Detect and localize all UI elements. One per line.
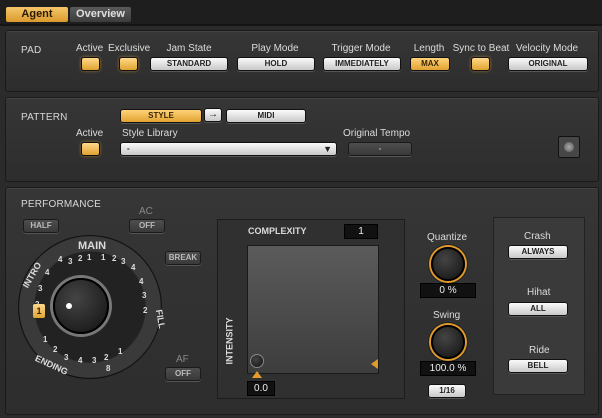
- intensity-value[interactable]: 0.0: [247, 381, 275, 396]
- pad-panel: PAD Active Exclusive Jam State STANDARD …: [5, 30, 599, 92]
- ending-number[interactable]: 2: [53, 345, 57, 354]
- af-label: AF: [176, 354, 189, 365]
- af-button[interactable]: OFF: [165, 367, 201, 381]
- play-mode-button[interactable]: HOLD: [237, 57, 315, 71]
- main-number[interactable]: 2: [78, 254, 82, 263]
- mode-selector-knob[interactable]: [53, 278, 109, 334]
- original-tempo-label: Original Tempo: [343, 128, 411, 139]
- trigger-mode-button[interactable]: IMMEDIATELY: [323, 57, 401, 71]
- quantize-label: Quantize: [427, 232, 468, 243]
- ac-label: AC: [139, 206, 153, 217]
- main-number[interactable]: 1: [87, 253, 91, 262]
- velocity-mode-label: Velocity Mode: [515, 43, 579, 54]
- original-tempo-field: -: [348, 142, 412, 156]
- ending-number[interactable]: 1: [118, 347, 122, 356]
- style-button[interactable]: STYLE: [120, 109, 202, 123]
- half-button[interactable]: HALF: [23, 219, 59, 233]
- performance-panel: PERFORMANCE HALF AC OFF BREAK AF OFF MAI…: [5, 187, 599, 415]
- length-button[interactable]: MAX: [410, 57, 450, 71]
- quantize-knob[interactable]: [431, 247, 465, 281]
- pad-section-title: PAD: [21, 45, 42, 56]
- swing-knob[interactable]: [431, 325, 465, 359]
- main-number[interactable]: 3: [121, 257, 125, 266]
- pattern-active-label: Active: [76, 128, 104, 139]
- swing-value[interactable]: 100.0 %: [420, 361, 476, 376]
- ride-button[interactable]: BELL: [508, 359, 568, 373]
- pad-exclusive-toggle[interactable]: [119, 57, 138, 71]
- chevron-down-icon: ▼: [323, 144, 332, 154]
- intensity-marker-icon: [252, 371, 262, 378]
- hihat-label: Hihat: [527, 287, 551, 298]
- pattern-panel: PATTERN STYLE → MIDI Active Style Librar…: [5, 97, 599, 182]
- main-number[interactable]: 2: [112, 254, 116, 263]
- velocity-mode-button[interactable]: ORIGINAL: [508, 57, 588, 71]
- drum-kit-icon[interactable]: [558, 136, 580, 158]
- pad-active-toggle[interactable]: [81, 57, 100, 71]
- ending-number[interactable]: 4: [78, 356, 82, 365]
- intro-number[interactable]: 4: [45, 268, 49, 277]
- xy-pad-handle[interactable]: [250, 354, 264, 368]
- ending-number[interactable]: 2: [104, 353, 108, 362]
- pad-exclusive-label: Exclusive: [108, 43, 151, 54]
- complexity-label: COMPLEXITY: [248, 226, 307, 236]
- fill-number[interactable]: 3: [142, 291, 146, 300]
- jam-state-button[interactable]: STANDARD: [150, 57, 228, 71]
- break-button[interactable]: BREAK: [165, 251, 201, 265]
- arrow-icon[interactable]: →: [204, 108, 222, 122]
- sync-to-beat-label: Sync to Beat: [452, 43, 510, 54]
- fill-label: FILL: [153, 308, 168, 330]
- tab-overview[interactable]: Overview: [70, 7, 131, 22]
- quantize-value[interactable]: 0 %: [420, 283, 476, 298]
- main-label: MAIN: [78, 240, 107, 252]
- midi-button[interactable]: MIDI: [226, 109, 306, 123]
- ending-number[interactable]: 3: [92, 356, 96, 365]
- length-label: Length: [413, 43, 445, 54]
- main-number[interactable]: 3: [68, 257, 72, 266]
- play-mode-label: Play Mode: [251, 43, 299, 54]
- complexity-value[interactable]: 1: [344, 224, 378, 239]
- ending-number[interactable]: 8: [106, 364, 110, 373]
- main-number[interactable]: 4: [131, 263, 135, 272]
- trigger-mode-label: Trigger Mode: [331, 43, 391, 54]
- main-number[interactable]: 4: [58, 255, 62, 264]
- tab-agent[interactable]: Agent: [6, 7, 68, 22]
- main-number[interactable]: 1: [101, 253, 105, 262]
- style-library-label: Style Library: [122, 128, 178, 139]
- ride-label: Ride: [529, 345, 550, 356]
- pad-active-label: Active: [76, 43, 104, 54]
- ac-button[interactable]: OFF: [129, 219, 165, 233]
- sync-to-beat-toggle[interactable]: [471, 57, 490, 71]
- performance-section-title: PERFORMANCE: [21, 199, 101, 210]
- pattern-section-title: PATTERN: [21, 112, 68, 123]
- hihat-button[interactable]: ALL: [508, 302, 568, 316]
- fill-number[interactable]: 2: [143, 306, 147, 315]
- intro-number[interactable]: 3: [38, 284, 42, 293]
- swing-label: Swing: [433, 310, 461, 321]
- jam-state-label: Jam State: [166, 43, 212, 54]
- fill-number[interactable]: 4: [139, 277, 143, 286]
- swing-grid-button[interactable]: 1/16: [428, 384, 466, 398]
- style-library-dropdown[interactable]: - ▼: [120, 142, 337, 156]
- selected-number-marker[interactable]: 1: [33, 304, 45, 318]
- tab-bar: Agent Overview: [0, 0, 602, 26]
- knob-pointer: [66, 303, 72, 309]
- ending-number[interactable]: 3: [64, 353, 68, 362]
- complexity-marker-icon: [371, 359, 378, 369]
- crash-button[interactable]: ALWAYS: [508, 245, 568, 259]
- crash-label: Crash: [524, 231, 551, 242]
- xy-pad[interactable]: [247, 245, 379, 374]
- ending-number[interactable]: 1: [43, 335, 47, 344]
- pattern-active-toggle[interactable]: [81, 142, 100, 156]
- style-library-value: -: [127, 144, 130, 153]
- intensity-label: INTENSITY: [224, 317, 235, 365]
